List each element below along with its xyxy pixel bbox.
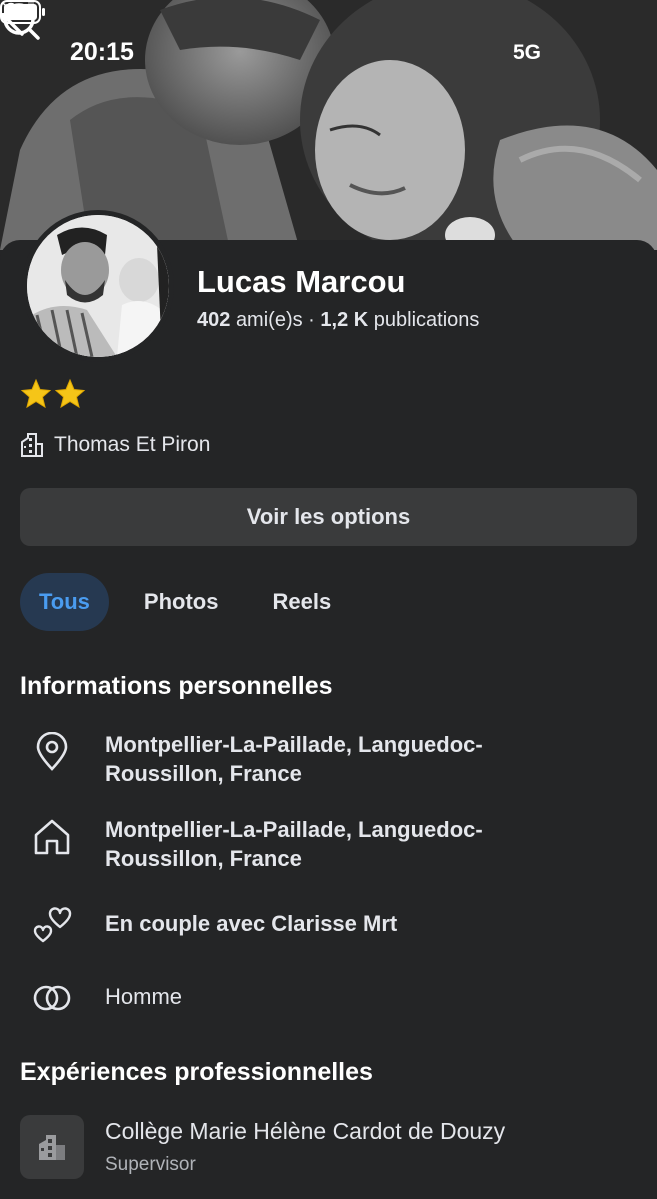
experience-title: Expériences professionnelles [20, 1058, 373, 1086]
location-pin-icon [36, 732, 68, 771]
profile-name: Lucas Marcou [197, 264, 406, 299]
building-icon [21, 433, 43, 457]
posts-label: publications [373, 309, 480, 331]
more-options-icon[interactable] [0, 0, 40, 24]
profile-panel [0, 240, 657, 1199]
gender-rings-icon [33, 985, 71, 1011]
profile-tabs: Tous Photos Reels [20, 573, 366, 631]
profile-avatar[interactable] [22, 210, 174, 362]
info-gender-text: Homme [105, 984, 183, 1009]
tab-reels[interactable]: Reels [253, 573, 350, 631]
experience-role: Supervisor [105, 1154, 196, 1175]
friends-label[interactable]: ami(e)s [236, 309, 303, 331]
tab-photos[interactable]: Photos [125, 573, 238, 631]
workplace-text: Thomas Et Piron [54, 433, 211, 456]
info-hometown-line2: Roussillon, France [105, 846, 302, 871]
posts-count: 1,2 K [320, 309, 369, 331]
info-hometown-line1: Montpellier-La-Paillade, Languedoc- [105, 817, 483, 842]
stars-badge [20, 378, 86, 409]
info-relationship-text: En couple avec Clarisse Mrt [105, 911, 398, 936]
info-current-city-line2: Roussillon, France [105, 761, 302, 786]
profile-stats: 402 ami(e)s · 1,2 K publications [197, 309, 479, 332]
hearts-icon [33, 907, 72, 943]
home-icon [34, 819, 70, 855]
info-current-city-line1: Montpellier-La-Paillade, Languedoc- [105, 732, 483, 757]
building-icon [39, 1135, 65, 1160]
see-options-button[interactable]: Voir les options [20, 488, 637, 546]
network-type: 5G [513, 41, 542, 64]
tab-all[interactable]: Tous [20, 573, 109, 631]
star-icon [54, 378, 86, 409]
stats-separator: · [308, 309, 315, 331]
experience-name[interactable]: Collège Marie Hélène Cardot de Douzy [105, 1118, 505, 1145]
friends-count[interactable]: 402 [197, 309, 230, 331]
workplace-row[interactable]: Thomas Et Piron [20, 432, 210, 458]
star-icon [20, 378, 52, 409]
status-time: 20:15 [70, 38, 134, 66]
personal-info-title: Informations personnelles [20, 672, 333, 700]
experience-logo[interactable] [20, 1115, 84, 1179]
avatar-image [27, 215, 169, 357]
